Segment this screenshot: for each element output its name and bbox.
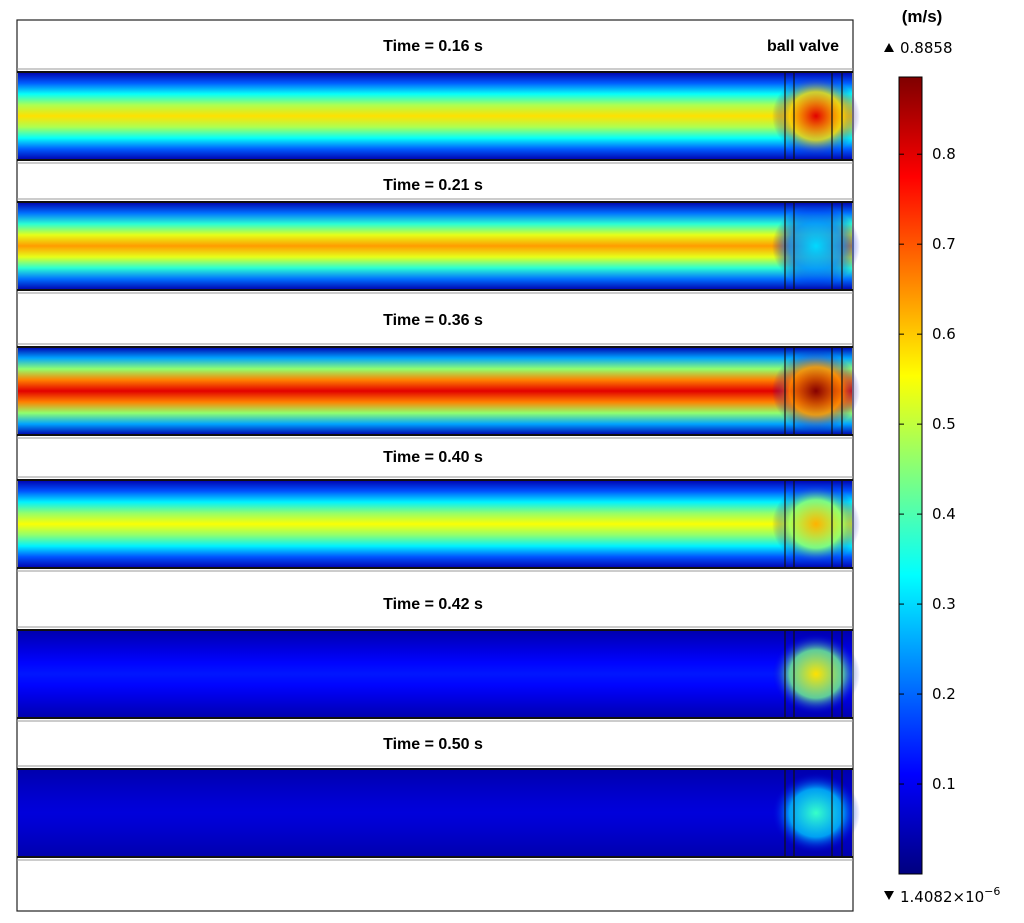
colorbar: (m/s) 0.8858 0.1 0.2 0.3 0.4 0.5 0.6 0.7 0.8 1.…	[884, 7, 1000, 906]
colorbar-tick-label: 0.7	[932, 235, 956, 253]
min-base: ×10	[953, 888, 985, 906]
velocity-field	[18, 769, 852, 857]
velocity-field	[18, 347, 852, 435]
min-exponent: −6	[984, 885, 1000, 898]
colorbar-tick-label: 0.3	[932, 595, 956, 613]
velocity-figure: Time = 0.16 s Time = 0.21 s Time = 0.36 s T…	[16, 7, 1000, 912]
velocity-field	[18, 630, 852, 718]
panel-time-label: Time = 0.50 s	[383, 736, 483, 753]
min-mantissa: 1.4082	[900, 888, 953, 906]
max-arrow-icon	[884, 43, 894, 52]
panel-time-label: Time = 0.40 s	[383, 449, 483, 466]
colorbar-tick-label: 0.5	[932, 415, 956, 433]
panel-time-label: Time = 0.16 s	[383, 38, 483, 55]
panel-time-label: Time = 0.36 s	[383, 312, 483, 329]
min-arrow-icon	[884, 891, 894, 900]
colorbar-tick-label: 0.2	[932, 685, 956, 703]
panel-time-label: Time = 0.21 s	[383, 177, 483, 194]
colorbar-unit-label: (m/s)	[902, 7, 943, 26]
colorbar-gradient	[898, 76, 923, 875]
panel-time-label: Time = 0.42 s	[383, 596, 483, 613]
colorbar-tick-label: 0.1	[932, 775, 956, 793]
ball-valve-label: ball valve	[767, 38, 839, 55]
velocity-field	[18, 202, 852, 290]
colorbar-tick-label: 0.6	[932, 325, 956, 343]
velocity-field	[18, 480, 852, 568]
velocity-field	[18, 72, 852, 160]
colorbar-tick-label: 0.8	[932, 145, 956, 163]
colorbar-max-label: 0.8858	[900, 39, 953, 57]
colorbar-min-label: 1.4082×10−6	[900, 885, 1000, 906]
colorbar-tick-label: 0.4	[932, 505, 956, 523]
